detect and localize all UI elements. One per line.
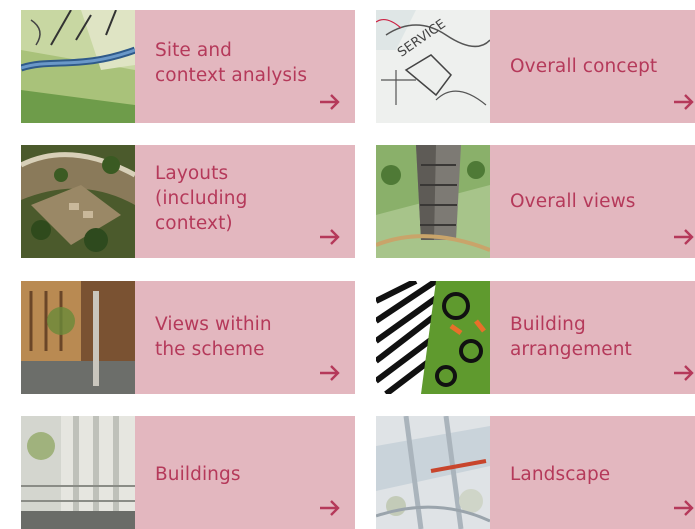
tile-label-line: Site and	[155, 40, 233, 61]
tile-label-box: Layouts (including context)	[135, 145, 355, 258]
tile-site-and-context-analysis[interactable]: Site and context analysis	[21, 10, 355, 123]
tile-label-box: Views within the scheme	[135, 281, 355, 394]
arrow-right-icon	[319, 499, 341, 517]
tile-label: Buildings	[155, 462, 341, 487]
landscape-plan-thumbnail	[376, 416, 490, 529]
tile-label: Views within the scheme	[155, 312, 341, 362]
arrow-right-icon	[319, 364, 341, 382]
tile-label-line: the scheme	[155, 339, 265, 360]
arrow-right-icon	[673, 228, 695, 246]
concept-sketch-thumbnail: SERVICE	[376, 10, 490, 123]
tile-label-line: Building	[510, 314, 586, 335]
tile-label-line: Overall concept	[510, 56, 658, 77]
tile-label-box: Buildings	[135, 416, 355, 529]
tile-label: Overall concept	[510, 54, 681, 79]
tile-label-box: Site and context analysis	[135, 10, 355, 123]
tile-buildings[interactable]: Buildings	[21, 416, 355, 529]
tile-overall-concept[interactable]: SERVICE Overall concept	[376, 10, 695, 123]
tile-label-box: Building arrangement	[490, 281, 695, 394]
building-pattern-thumbnail	[376, 281, 490, 394]
arrow-right-icon	[673, 93, 695, 111]
tile-label-line: Layouts	[155, 163, 229, 184]
tile-label-box: Landscape	[490, 416, 695, 529]
tile-label: Layouts (including context)	[155, 161, 341, 236]
tile-overall-views[interactable]: Overall views	[376, 145, 695, 258]
tile-label: Landscape	[510, 462, 681, 487]
aerial-layout-thumbnail	[21, 145, 135, 258]
tile-building-arrangement[interactable]: Building arrangement	[376, 281, 695, 394]
tile-views-within-the-scheme[interactable]: Views within the scheme	[21, 281, 355, 394]
tile-label-line: (including	[155, 188, 248, 209]
tile-label-line: arrangement	[510, 339, 632, 360]
site-map-thumbnail	[21, 10, 135, 123]
tile-label-line: Buildings	[155, 464, 241, 485]
tower-view-thumbnail	[376, 145, 490, 258]
tile-label: Overall views	[510, 189, 681, 214]
tile-label-line: Landscape	[510, 464, 611, 485]
arrow-right-icon	[673, 364, 695, 382]
tile-label-line: Overall views	[510, 191, 636, 212]
arrow-right-icon	[673, 499, 695, 517]
tile-label: Site and context analysis	[155, 38, 341, 88]
tile-label: Building arrangement	[510, 312, 681, 362]
arrow-right-icon	[319, 228, 341, 246]
street-view-thumbnail	[21, 281, 135, 394]
facade-thumbnail	[21, 416, 135, 529]
tile-label-box: Overall concept	[490, 10, 695, 123]
tile-label-box: Overall views	[490, 145, 695, 258]
tile-label-line: Views within	[155, 314, 272, 335]
tile-label-line: context)	[155, 213, 233, 234]
arrow-right-icon	[319, 93, 341, 111]
tile-layouts[interactable]: Layouts (including context)	[21, 145, 355, 258]
tile-label-line: context analysis	[155, 65, 308, 86]
tile-landscape[interactable]: Landscape	[376, 416, 695, 529]
